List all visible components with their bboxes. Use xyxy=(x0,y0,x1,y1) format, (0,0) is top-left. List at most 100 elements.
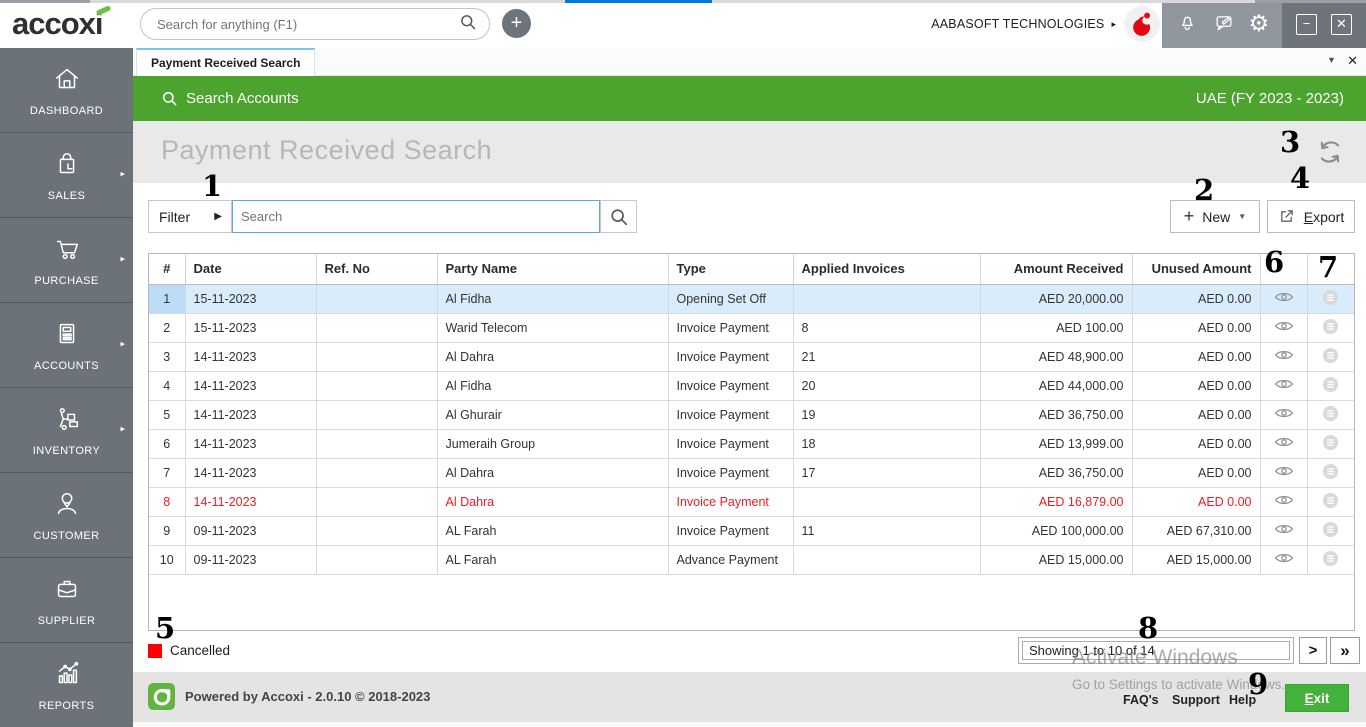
export-icon xyxy=(1280,210,1293,222)
column-header-date[interactable]: Date xyxy=(185,254,317,285)
fiscal-year-label: UAE (FY 2023 - 2023) xyxy=(1195,90,1344,107)
pagination-summary: Showing 1 to 10 of 14 xyxy=(1022,641,1290,660)
view-eye-icon[interactable] xyxy=(1268,434,1300,453)
table-row[interactable]: 5 14-11-2023 Al Ghurair Invoice Payment … xyxy=(149,400,1354,430)
view-eye-icon[interactable] xyxy=(1268,492,1300,511)
cell-date: 09-11-2023 xyxy=(185,516,317,546)
company-selector[interactable]: AABASOFT TECHNOLOGIES ▸ xyxy=(931,0,1116,48)
minimize-button[interactable]: − xyxy=(1296,13,1317,35)
cancelled-legend-swatch xyxy=(148,644,162,658)
row-menu-icon[interactable] xyxy=(1316,461,1345,485)
sidebar-item-customer[interactable]: CUSTOMER xyxy=(0,473,133,558)
column-header-unused[interactable]: Unused Amount xyxy=(1132,254,1261,285)
cell-received: AED 100,000.00 xyxy=(980,516,1133,546)
row-menu-icon[interactable] xyxy=(1316,548,1345,572)
cell-received: AED 36,750.00 xyxy=(980,458,1133,488)
cell-date: 09-11-2023 xyxy=(185,545,317,575)
close-icon[interactable]: ✕ xyxy=(1347,53,1358,69)
chevron-down-icon[interactable]: ▾ xyxy=(1329,55,1334,66)
quick-add-button[interactable]: + xyxy=(502,9,531,38)
row-menu-icon[interactable] xyxy=(1316,316,1345,340)
refresh-icon[interactable] xyxy=(1316,139,1344,167)
new-button[interactable]: + New ▼ xyxy=(1170,200,1260,233)
row-menu-icon[interactable] xyxy=(1316,519,1345,543)
view-eye-icon[interactable] xyxy=(1268,405,1300,424)
cell-applied: 18 xyxy=(793,429,981,459)
help-link[interactable]: Help xyxy=(1229,693,1256,707)
sidebar-item-accounts[interactable]: ACCOUNTS ▸ xyxy=(0,303,133,388)
bell-icon[interactable] xyxy=(1175,10,1199,39)
pagination-last-button[interactable]: » xyxy=(1330,637,1360,664)
search-icon[interactable] xyxy=(459,13,477,36)
table-row[interactable]: 6 14-11-2023 Jumeraih Group Invoice Paym… xyxy=(149,429,1354,459)
briefcase-icon xyxy=(51,574,83,609)
pagination-summary-box: Showing 1 to 10 of 14 xyxy=(1018,637,1294,664)
sidebar-item-inventory[interactable]: INVENTORY ▸ xyxy=(0,388,133,473)
topbar-icon-panel: ⚙ xyxy=(1162,0,1282,48)
faqs-link[interactable]: FAQ's xyxy=(1123,693,1159,707)
view-eye-icon[interactable] xyxy=(1268,347,1300,366)
sidebar-item-dashboard[interactable]: DASHBOARD xyxy=(0,48,133,133)
table-row[interactable]: 1 15-11-2023 Al Fidha Opening Set Off AE… xyxy=(149,284,1354,314)
column-header-no[interactable]: # xyxy=(149,254,186,285)
sidebar-item-label: DASHBOARD xyxy=(29,104,104,117)
column-header-type[interactable]: Type xyxy=(668,254,794,285)
avatar[interactable] xyxy=(1124,6,1160,42)
exit-button[interactable]: Exit xyxy=(1285,684,1349,712)
table-row[interactable]: 4 14-11-2023 Al Fidha Invoice Payment 20… xyxy=(149,371,1354,401)
chat-icon[interactable] xyxy=(1212,10,1236,39)
chevron-down-icon: ▼ xyxy=(1238,212,1247,221)
table-search-input[interactable] xyxy=(232,200,600,233)
table-row[interactable]: 2 15-11-2023 Warid Telecom Invoice Payme… xyxy=(149,313,1354,343)
view-eye-icon[interactable] xyxy=(1268,376,1300,395)
view-eye-icon[interactable] xyxy=(1268,463,1300,482)
play-arrow-icon: ▶ xyxy=(214,211,222,222)
cell-party: Al Dahra xyxy=(437,487,669,517)
sidebar-item-sales[interactable]: SALES ▸ xyxy=(0,133,133,218)
filter-button[interactable]: Filter ▶ xyxy=(148,200,232,233)
column-header-applied[interactable]: Applied Invoices xyxy=(793,254,981,285)
cell-applied: 11 xyxy=(793,516,981,546)
view-eye-icon[interactable] xyxy=(1268,550,1300,569)
cell-party: Al Fidha xyxy=(437,284,669,314)
row-menu-icon[interactable] xyxy=(1316,345,1345,369)
view-eye-icon[interactable] xyxy=(1268,521,1300,540)
row-menu-icon[interactable] xyxy=(1316,374,1345,398)
sidebar-item-supplier[interactable]: SUPPLIER xyxy=(0,558,133,643)
close-button[interactable]: ✕ xyxy=(1331,13,1352,35)
sidebar-item-reports[interactable]: REPORTS xyxy=(0,643,133,727)
search-accounts[interactable]: Search Accounts xyxy=(161,90,299,107)
row-menu-icon[interactable] xyxy=(1316,432,1345,456)
sidebar-item-label: SUPPLIER xyxy=(37,614,96,627)
row-menu-icon[interactable] xyxy=(1316,287,1345,311)
cell-received: AED 16,879.00 xyxy=(980,487,1133,517)
cell-type: Invoice Payment xyxy=(668,487,794,517)
cell-date: 15-11-2023 xyxy=(185,284,317,314)
row-menu-icon[interactable] xyxy=(1316,490,1345,514)
cell-refno xyxy=(316,371,438,401)
row-menu-icon[interactable] xyxy=(1316,403,1345,427)
top-edge-segment xyxy=(1255,0,1366,3)
table-row[interactable]: 8 14-11-2023 Al Dahra Invoice Payment AE… xyxy=(149,487,1354,517)
support-link[interactable]: Support xyxy=(1172,693,1220,707)
table-row[interactable]: 7 14-11-2023 Al Dahra Invoice Payment 17… xyxy=(149,458,1354,488)
export-button[interactable]: Export xyxy=(1267,200,1355,233)
column-header-received[interactable]: Amount Received xyxy=(980,254,1133,285)
cell-no: 9 xyxy=(149,516,186,546)
pagination-next-button[interactable]: > xyxy=(1299,637,1327,664)
tab-payment-received-search[interactable]: Payment Received Search xyxy=(136,48,316,76)
cell-party: AL Farah xyxy=(437,545,669,575)
column-header-party[interactable]: Party Name xyxy=(437,254,669,285)
sidebar-item-purchase[interactable]: PURCHASE ▸ xyxy=(0,218,133,303)
cell-refno xyxy=(316,284,438,314)
global-search-input[interactable] xyxy=(141,16,459,32)
view-eye-icon[interactable] xyxy=(1268,318,1300,337)
cell-unused: AED 0.00 xyxy=(1132,429,1261,459)
table-row[interactable]: 10 09-11-2023 AL Farah Advance Payment A… xyxy=(149,545,1354,575)
search-submit-button[interactable] xyxy=(600,200,637,233)
column-header-refno[interactable]: Ref. No xyxy=(316,254,438,285)
view-eye-icon[interactable] xyxy=(1268,289,1300,308)
table-row[interactable]: 3 14-11-2023 Al Dahra Invoice Payment 21… xyxy=(149,342,1354,372)
gear-icon[interactable]: ⚙ xyxy=(1249,11,1270,37)
table-row[interactable]: 9 09-11-2023 AL Farah Invoice Payment 11… xyxy=(149,516,1354,546)
